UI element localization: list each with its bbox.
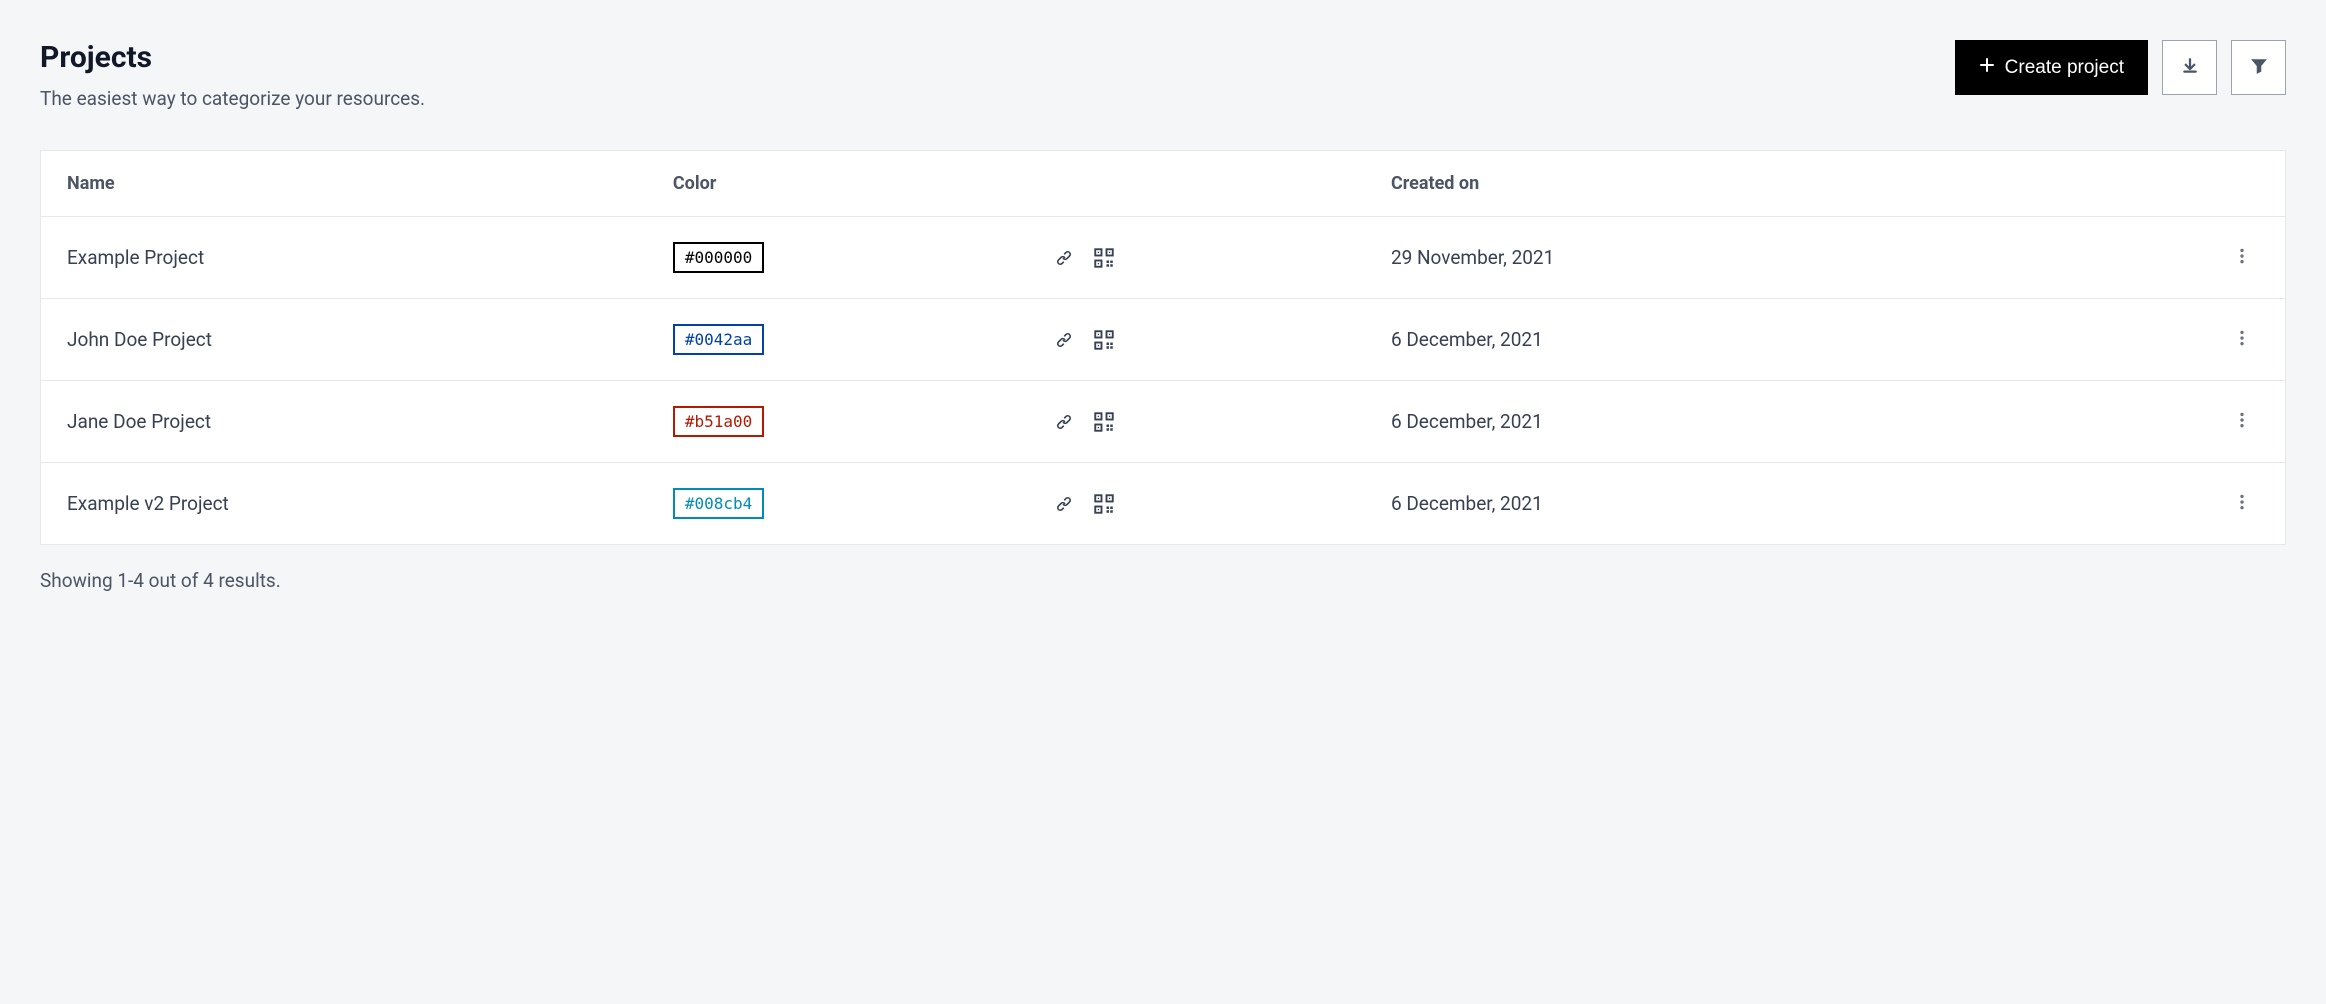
results-status: Showing 1-4 out of 4 results. <box>40 569 2286 592</box>
link-icon[interactable] <box>1054 494 1074 514</box>
more-vertical-icon <box>2233 499 2251 514</box>
project-name[interactable]: John Doe Project <box>41 299 647 381</box>
download-button[interactable] <box>2162 40 2217 95</box>
project-name[interactable]: Example v2 Project <box>41 463 647 545</box>
more-vertical-icon <box>2233 253 2251 268</box>
more-vertical-icon <box>2233 417 2251 432</box>
created-on: 6 December, 2021 <box>1365 381 2038 463</box>
page-subtitle: The easiest way to categorize your resou… <box>40 87 425 110</box>
projects-table: Name Color Created on Example Project #00… <box>40 150 2286 545</box>
download-icon <box>2181 57 2199 78</box>
more-actions-button[interactable] <box>2225 241 2259 274</box>
qr-icon[interactable] <box>1094 412 1114 432</box>
created-on: 29 November, 2021 <box>1365 217 2038 299</box>
create-project-label: Create project <box>2005 57 2124 79</box>
color-chip: #0042aa <box>673 324 764 355</box>
table-row: John Doe Project #0042aa 6 December, 2021 <box>41 299 2285 381</box>
link-icon[interactable] <box>1054 330 1074 350</box>
filter-button[interactable] <box>2231 40 2286 95</box>
link-icon[interactable] <box>1054 412 1074 432</box>
filter-icon <box>2250 57 2268 78</box>
more-actions-button[interactable] <box>2225 487 2259 520</box>
link-icon[interactable] <box>1054 248 1074 268</box>
col-header-actions <box>2038 151 2285 217</box>
col-header-name: Name <box>41 151 647 217</box>
qr-icon[interactable] <box>1094 494 1114 514</box>
more-vertical-icon <box>2233 335 2251 350</box>
qr-icon[interactable] <box>1094 330 1114 350</box>
color-chip: #b51a00 <box>673 406 764 437</box>
table-row: Example v2 Project #008cb4 6 December, 202… <box>41 463 2285 545</box>
more-actions-button[interactable] <box>2225 323 2259 356</box>
col-header-color: Color <box>647 151 1028 217</box>
project-name[interactable]: Jane Doe Project <box>41 381 647 463</box>
col-header-created: Created on <box>1365 151 2038 217</box>
more-actions-button[interactable] <box>2225 405 2259 438</box>
table-row: Example Project #000000 29 November, 2021 <box>41 217 2285 299</box>
color-chip: #008cb4 <box>673 488 764 519</box>
page-title: Projects <box>40 40 425 75</box>
color-chip: #000000 <box>673 242 764 273</box>
project-name[interactable]: Example Project <box>41 217 647 299</box>
qr-icon[interactable] <box>1094 248 1114 268</box>
created-on: 6 December, 2021 <box>1365 299 2038 381</box>
table-row: Jane Doe Project #b51a00 6 December, 2021 <box>41 381 2285 463</box>
created-on: 6 December, 2021 <box>1365 463 2038 545</box>
col-header-icons <box>1028 151 1365 217</box>
plus-icon <box>1979 57 1995 79</box>
create-project-button[interactable]: Create project <box>1955 40 2148 95</box>
